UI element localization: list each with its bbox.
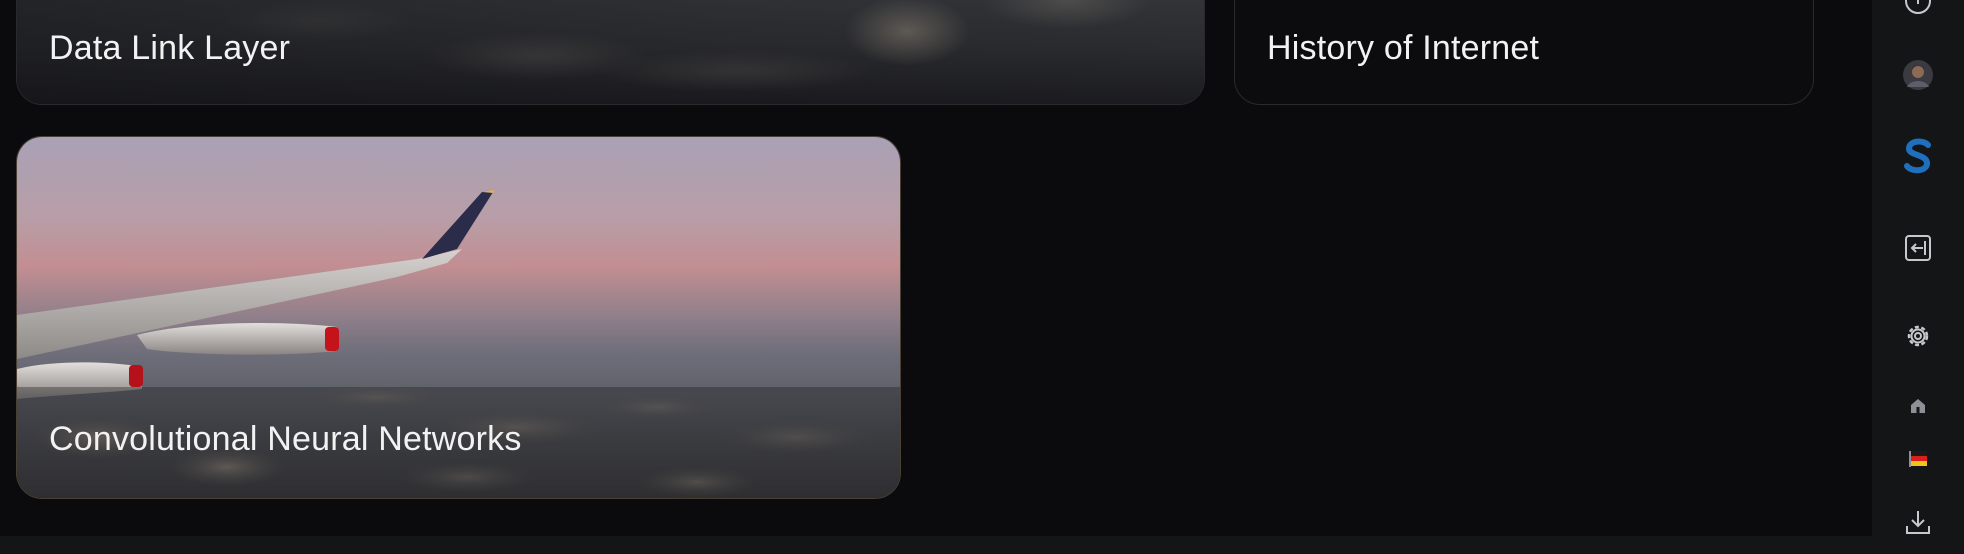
app-page: Data Link Layer History of Internet Conv… (0, 0, 1964, 554)
card-title: History of Internet (1267, 29, 1540, 67)
download-icon[interactable] (1872, 506, 1964, 538)
card-title: Data Link Layer (49, 29, 291, 67)
s-logo-icon[interactable] (1872, 136, 1964, 176)
right-sidebar (1872, 0, 1964, 554)
course-card-convolutional-neural-networks[interactable]: Convolutional Neural Networks (16, 136, 901, 499)
course-card-data-link-layer[interactable]: Data Link Layer (16, 0, 1205, 105)
main-content: Data Link Layer History of Internet Conv… (0, 0, 1872, 536)
avatar[interactable] (1872, 58, 1964, 92)
card-title: Convolutional Neural Networks (49, 420, 522, 458)
home-icon[interactable] (1872, 394, 1964, 418)
course-card-history-of-internet[interactable]: History of Internet (1234, 0, 1814, 105)
info-icon[interactable] (1872, 0, 1964, 16)
settings-gear-icon[interactable] (1872, 320, 1964, 352)
horizontal-scrollbar[interactable] (0, 536, 1872, 554)
collapse-panel-icon[interactable] (1872, 232, 1964, 264)
flag-icon[interactable] (1872, 447, 1964, 471)
